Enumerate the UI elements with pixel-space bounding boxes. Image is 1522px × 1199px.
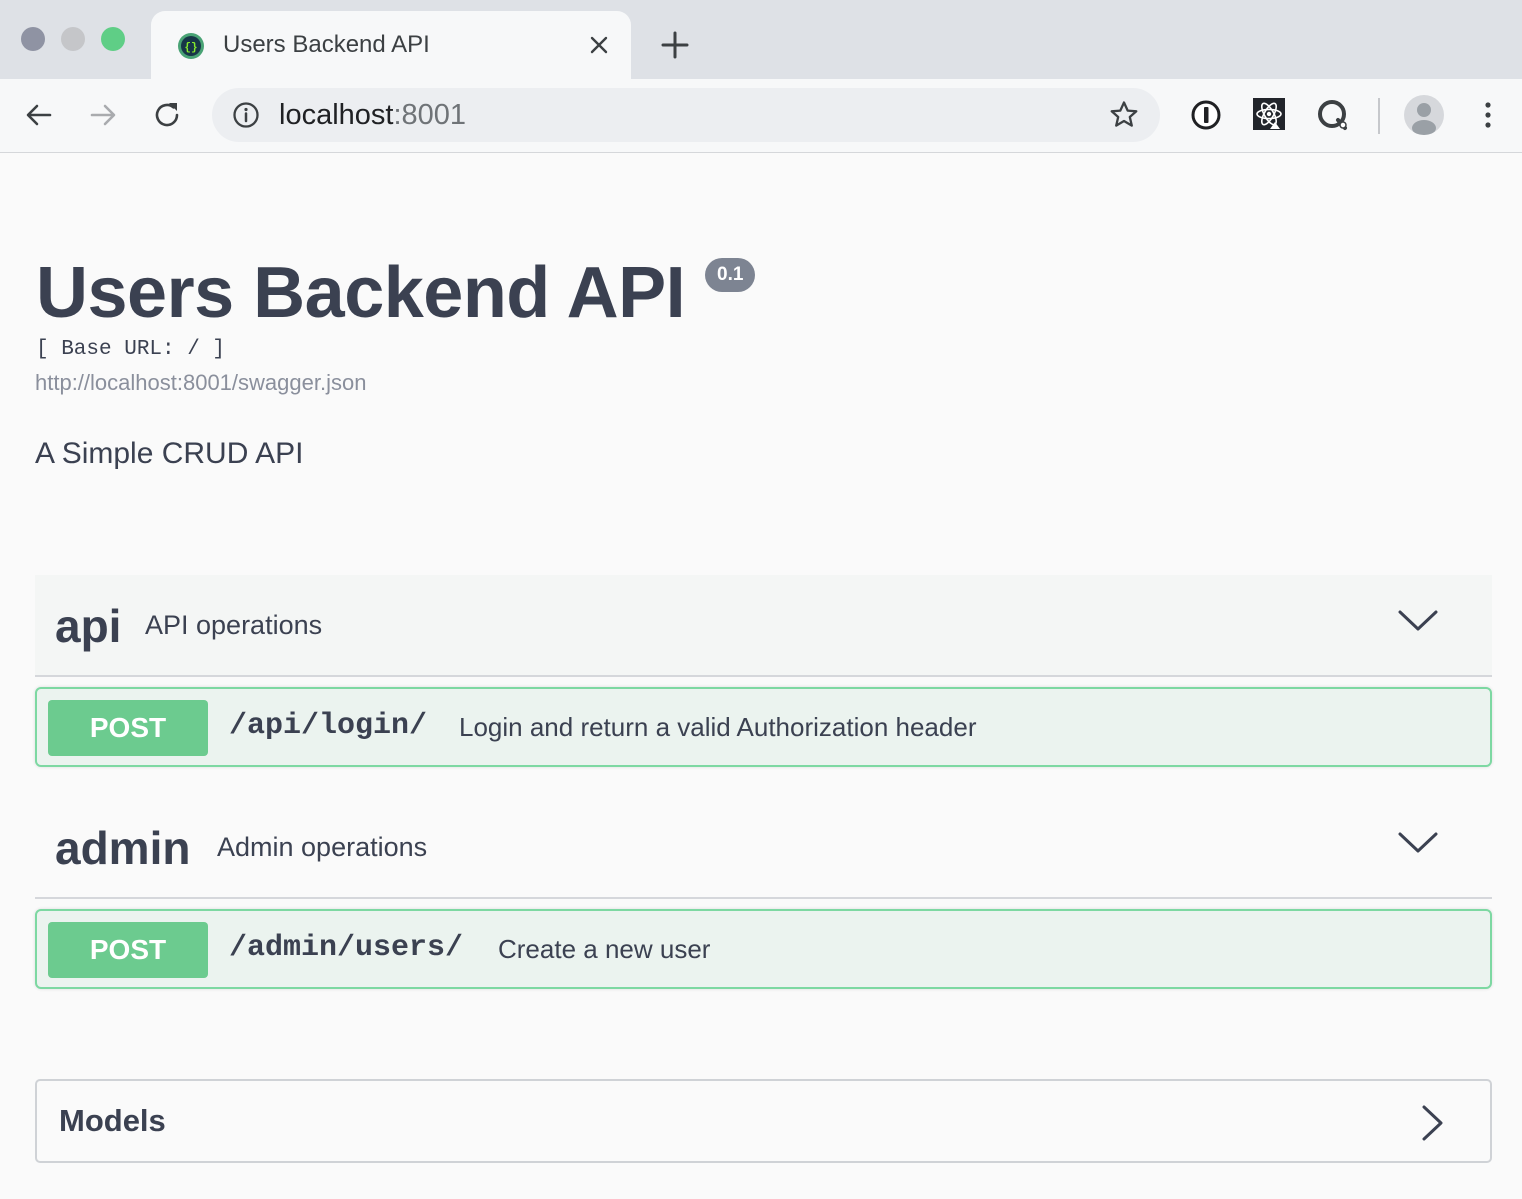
tag-name: admin	[55, 822, 191, 874]
tag-description: API operations	[145, 610, 323, 640]
toolbar-separator	[1378, 98, 1380, 134]
operation-summary: Create a new user	[498, 934, 711, 964]
star-icon[interactable]	[1108, 99, 1140, 131]
method-badge: POST	[48, 922, 208, 978]
models-section[interactable]: Models	[35, 1079, 1492, 1163]
url-port: :8001	[393, 99, 467, 131]
browser-tab[interactable]: {} Users Backend API	[151, 11, 631, 79]
method-badge: POST	[48, 700, 208, 756]
window-maximize-button[interactable]	[101, 27, 125, 51]
url-host: localhost	[279, 99, 394, 131]
window-close-button[interactable]	[21, 27, 45, 51]
react-devtools-icon[interactable]	[1253, 98, 1285, 130]
page-title: Users Backend API	[36, 253, 686, 333]
password-manager-icon[interactable]	[1190, 99, 1222, 131]
operation-path: /admin/users/	[229, 931, 464, 965]
extension-icon[interactable]	[1317, 99, 1349, 131]
tag-description: Admin operations	[217, 832, 428, 862]
operation-summary: Login and return a valid Authorization h…	[459, 712, 977, 742]
new-tab-icon[interactable]	[660, 30, 690, 60]
tag-section-admin[interactable]: admin Admin operations	[35, 797, 1492, 899]
swagger-json-link[interactable]: http://localhost:8001/swagger.json	[35, 370, 366, 396]
chevron-down-icon[interactable]	[1397, 828, 1439, 858]
browser-tab-bar: {} Users Backend API	[0, 0, 1522, 79]
operation-path: /api/login/	[229, 709, 428, 743]
forward-arrow-icon[interactable]	[87, 99, 119, 131]
url-text[interactable]: localhost:8001	[279, 99, 466, 132]
operation-post-api-login[interactable]: POST /api/login/ Login and return a vali…	[35, 687, 1492, 767]
back-arrow-icon[interactable]	[23, 99, 55, 131]
svg-text:{}: {}	[184, 42, 197, 54]
profile-silhouette-icon	[1412, 103, 1436, 135]
window-minimize-button[interactable]	[61, 27, 85, 51]
kebab-menu-icon[interactable]	[1472, 99, 1504, 131]
tag-section-api[interactable]: api API operations	[35, 575, 1492, 677]
swagger-favicon-icon: {}	[178, 33, 204, 59]
tag-name: api	[55, 600, 122, 652]
api-description: A Simple CRUD API	[35, 437, 304, 470]
version-badge: 0.1	[705, 258, 756, 292]
address-bar[interactable]: localhost:8001	[212, 88, 1160, 142]
avatar-icon[interactable]	[1404, 95, 1444, 135]
models-title: Models	[59, 1103, 166, 1138]
reload-icon[interactable]	[151, 99, 183, 131]
base-url: [ Base URL: / ]	[36, 338, 226, 361]
browser-toolbar: localhost:8001	[0, 79, 1522, 153]
close-icon[interactable]	[587, 33, 611, 57]
info-icon[interactable]	[232, 101, 260, 129]
chevron-right-icon[interactable]	[1417, 1103, 1447, 1143]
operation-post-admin-users[interactable]: POST /admin/users/ Create a new user	[35, 909, 1492, 989]
tab-title: Users Backend API	[223, 31, 430, 58]
chevron-down-icon[interactable]	[1397, 606, 1439, 636]
